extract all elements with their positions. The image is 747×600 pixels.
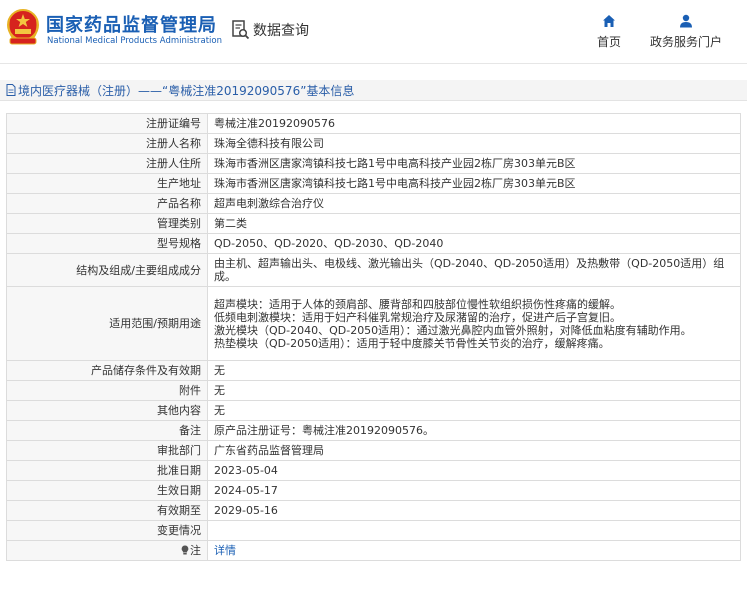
data-query-link[interactable]: 数据查询 [232,18,309,42]
field-value: 2029-05-16 [207,500,741,521]
field-label: 注册证编号 [6,113,208,134]
field-label: 注册人住所 [6,153,208,174]
field-label: 有效期至 [6,500,208,521]
table-row: 管理类别 第二类 [6,213,741,234]
document-search-icon [232,20,250,40]
home-icon [603,15,615,27]
field-label: 产品名称 [6,193,208,214]
field-label: 批准日期 [6,460,208,481]
lightbulb-icon [181,545,189,555]
field-value: 超声模块：适用于人体的颈肩部、腰背部和四肢部位慢性软组织损伤性疼痛的缓解。 低频… [207,286,741,361]
field-label: 附件 [6,380,208,401]
field-value: 无 [207,360,741,381]
field-value: 超声电刺激综合治疗仪 [207,193,741,214]
nav-service-portal-label: 政务服务门户 [650,35,723,49]
user-icon [680,14,692,28]
data-query-label: 数据查询 [253,23,309,39]
table-row: 产品储存条件及有效期 无 [6,360,741,381]
table-row: 生产地址 珠海市香洲区唐家湾镇科技七路1号中电高科技产业园2栋厂房303单元B区 [6,173,741,194]
field-value: 珠海市香洲区唐家湾镇科技七路1号中电高科技产业园2栋厂房303单元B区 [207,173,741,194]
table-row: 有效期至 2029-05-16 [6,500,741,521]
field-label: 适用范围/预期用途 [6,286,208,361]
breadcrumb: 境内医疗器械（注册）——“粤械注准20192090576”基本信息 [0,80,747,101]
table-row: 批准日期 2023-05-04 [6,460,741,481]
field-value: 粤械注准20192090576 [207,113,741,134]
field-value: 第二类 [207,213,741,234]
intended-use-line: 低频电刺激模块：适用于妇产科催乳常规治疗及尿潴留的治疗，促进产后子宫复旧。 [214,310,621,324]
table-row: 注册人住所 珠海市香洲区唐家湾镇科技七路1号中电高科技产业园2栋厂房303单元B… [6,153,741,174]
field-label: 生产地址 [6,173,208,194]
nav-service-portal[interactable]: 政务服务门户 [650,14,722,50]
intended-use-line: 热垫模块（QD-2050适用）：适用于轻中度膝关节骨性关节炎的治疗，缓解疼痛。 [214,336,610,350]
field-value [207,520,741,541]
brand-name-en: National Medical Products Administration [47,36,222,46]
table-row: 注册人名称 珠海全德科技有限公司 [6,133,741,154]
field-label: 结构及组成/主要组成成分 [6,253,208,287]
table-row: 适用范围/预期用途 超声模块：适用于人体的颈肩部、腰背部和四肢部位慢性软组织损伤… [6,286,741,361]
intended-use-line: 激光模块（QD-2040、QD-2050适用）：通过激光鼻腔内血管外照射，对降低… [214,323,692,337]
field-label: 审批部门 [6,440,208,461]
table-row: 生效日期 2024-05-17 [6,480,741,501]
field-value: 珠海市香洲区唐家湾镇科技七路1号中电高科技产业园2栋厂房303单元B区 [207,153,741,174]
field-value: 原产品注册证号：粤械注准20192090576。 [207,420,741,441]
breadcrumb-text: 境内医疗器械（注册）——“粤械注准20192090576”基本信息 [18,83,355,98]
nav-home-label: 首页 [597,35,622,49]
device-info-table: 注册证编号 粤械注准20192090576 注册人名称 珠海全德科技有限公司 注… [6,113,741,561]
field-label: 变更情况 [6,520,208,541]
table-row: 变更情况 [6,520,741,541]
details-link[interactable]: 详情 [214,544,236,557]
field-value: 无 [207,380,741,401]
field-value: 2024-05-17 [207,480,741,501]
field-value: 广东省药品监督管理局 [207,440,741,461]
table-row: 附件 无 [6,380,741,401]
table-row: 型号规格 QD-2050、QD-2020、QD-2030、QD-2040 [6,233,741,254]
intended-use-line: 超声模块：适用于人体的颈肩部、腰背部和四肢部位慢性软组织损伤性疼痛的缓解。 [214,297,621,311]
field-value: 由主机、超声输出头、电极线、激光输出头（QD-2040、QD-2050适用）及热… [207,253,741,287]
field-label: 注册人名称 [6,133,208,154]
field-label: 备注 [6,420,208,441]
note-label-text: 注 [190,544,201,557]
table-row: 备注 原产品注册证号：粤械注准20192090576。 [6,420,741,441]
brand-name-cn: 国家药品监督管理局 [46,15,217,36]
field-label: 管理类别 [6,213,208,234]
note-label: 注 [6,540,208,561]
field-label: 生效日期 [6,480,208,501]
field-label: 产品储存条件及有效期 [6,360,208,381]
table-row: 其他内容 无 [6,400,741,421]
table-row: 注册证编号 粤械注准20192090576 [6,113,741,134]
field-value: 珠海全德科技有限公司 [207,133,741,154]
table-row: 产品名称 超声电刺激综合治疗仪 [6,193,741,214]
table-row: 审批部门 广东省药品监督管理局 [6,440,741,461]
table-row: 结构及组成/主要组成成分 由主机、超声输出头、电极线、激光输出头（QD-2040… [6,253,741,287]
site-header: 国家药品监督管理局 National Medical Products Admi… [0,0,747,64]
table-row: 注 详情 [6,540,741,561]
field-value: 无 [207,400,741,421]
field-label: 其他内容 [6,400,208,421]
nav-home[interactable]: 首页 [597,14,621,50]
field-label: 型号规格 [6,233,208,254]
national-emblem-icon [7,9,39,45]
field-value: 2023-05-04 [207,460,741,481]
document-icon [6,84,16,96]
field-value: 详情 [207,540,741,561]
field-value: QD-2050、QD-2020、QD-2030、QD-2040 [207,233,741,254]
